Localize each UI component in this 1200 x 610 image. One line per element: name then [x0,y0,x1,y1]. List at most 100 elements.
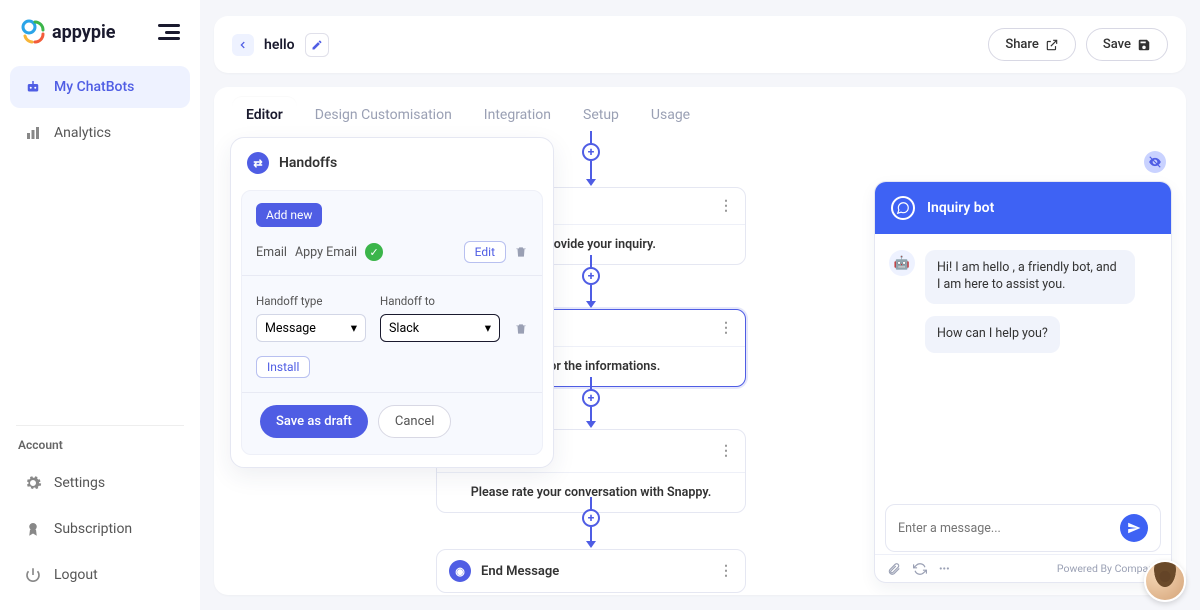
add-node-button[interactable]: + [582,267,600,285]
share-button[interactable]: Share [988,28,1076,61]
flow-node-end[interactable]: ◉ End Message ⋮ [436,549,746,593]
handoff-type-value: Message [265,321,316,336]
tab-integration[interactable]: Integration [470,97,565,135]
refresh-icon[interactable] [913,562,927,576]
badge-icon [24,520,42,538]
sidebar-item-logout[interactable]: Logout [10,554,190,596]
header: hello Share Save [214,16,1186,73]
share-icon [1045,38,1059,52]
support-avatar[interactable] [1144,560,1186,602]
tab-label: Usage [651,107,690,123]
bot-name: hello [264,37,295,53]
account-section-label: Account [10,438,190,462]
trash-icon [514,322,528,336]
sidebar-item-label: Settings [54,475,105,491]
chat-message: Hi! I am hello , a friendly bot, and I a… [925,250,1135,304]
tab-label: Integration [484,107,551,123]
chat-message: How can I help you? [925,316,1060,353]
node-menu-button[interactable]: ⋮ [719,563,733,579]
eye-off-icon [1148,155,1162,169]
edit-email-button[interactable]: Edit [464,241,506,263]
bot-avatar-icon: 🤖 [889,250,915,276]
handoffs-popover: ⇄ Handoffs Add new Email Appy Email ✓ Ed… [230,137,554,468]
chat-header: Inquiry bot [875,182,1171,234]
header-left: hello [232,33,329,57]
brand-name: appypie [52,22,115,43]
tab-setup[interactable]: Setup [569,97,633,135]
delete-email-button[interactable] [514,245,528,259]
handoff-to-select[interactable]: Slack ▾ [380,314,500,342]
sidebar-item-label: Analytics [54,125,111,141]
power-icon [24,566,42,584]
sidebar-item-label: Subscription [54,521,132,537]
sidebar-item-chatbots[interactable]: My ChatBots [10,66,190,108]
save-draft-button[interactable]: Save as draft [260,405,368,438]
sidebar-item-subscription[interactable]: Subscription [10,508,190,550]
send-icon [1127,521,1141,535]
handoffs-icon: ⇄ [247,152,269,174]
node-menu-button[interactable]: ⋮ [719,198,733,214]
robot-icon [24,78,42,96]
back-button[interactable] [232,34,254,56]
delete-handoff-button[interactable] [514,322,528,336]
logo-icon [20,18,48,46]
logo: appypie [20,18,115,46]
sidebar-item-analytics[interactable]: Analytics [10,112,190,154]
powered-by: Powered By Company [1057,562,1159,575]
add-node-button[interactable]: + [582,389,600,407]
sidebar-item-settings[interactable]: Settings [10,462,190,504]
attachment-icon[interactable] [887,562,901,576]
analytics-icon [24,124,42,142]
add-new-button[interactable]: Add new [256,203,322,227]
save-button[interactable]: Save [1086,28,1168,61]
send-button[interactable] [1120,514,1148,542]
preview-toggle-button[interactable] [1144,151,1166,173]
chevron-down-icon: ▾ [485,320,491,336]
node-menu-button[interactable]: ⋮ [719,320,733,336]
menu-toggle-icon[interactable] [158,24,180,40]
email-label: Email [256,245,287,260]
add-node-button[interactable]: + [582,509,600,527]
cancel-label: Cancel [395,414,435,429]
add-new-label: Add new [266,208,312,222]
tab-label: Design Customisation [315,107,452,123]
chat-preview: Inquiry bot 🤖 Hi! I am hello , a friendl… [874,181,1172,583]
handoff-type-label: Handoff type [256,294,366,308]
editor-canvas[interactable]: + ⋮ se provide your inquiry. + ⋮ nks for… [214,131,1186,595]
save-icon [1137,38,1151,52]
popover-title: Handoffs [279,155,337,171]
tab-design[interactable]: Design Customisation [301,97,466,135]
node-menu-button[interactable]: ⋮ [719,443,733,459]
chat-body: 🤖 Hi! I am hello , a friendly bot, and I… [875,234,1171,524]
tabs: Editor Design Customisation Integration … [214,87,1186,136]
header-right: Share Save [988,28,1168,61]
logo-row: appypie [10,18,190,66]
main: hello Share Save Editor Design Customisa… [200,0,1200,610]
end-icon: ◉ [449,560,471,582]
popover-header: ⇄ Handoffs [231,138,553,184]
tab-label: Editor [246,107,283,123]
tab-label: Setup [583,107,619,123]
content: Editor Design Customisation Integration … [214,87,1186,595]
tab-editor[interactable]: Editor [232,97,297,135]
add-node-button[interactable]: + [582,143,600,161]
save-label: Save [1103,37,1131,52]
chevron-down-icon: ▾ [351,320,357,336]
tab-usage[interactable]: Usage [637,97,704,135]
chat-input[interactable] [898,521,1110,536]
save-draft-label: Save as draft [276,414,352,429]
chat-input-row [885,504,1161,552]
handoff-type-select[interactable]: Message ▾ [256,314,366,342]
chat-icon [891,196,915,220]
edit-label: Edit [475,245,495,259]
email-value: Appy Email [295,245,357,260]
sidebar-account-section: Account Settings Subscription Logout [10,415,190,600]
chat-footer: ••• Powered By Company [875,554,1171,582]
chat-title: Inquiry bot [927,200,994,216]
handoff-to-value: Slack [389,321,419,336]
install-button[interactable]: Install [256,356,310,378]
sidebar: appypie My ChatBots Analytics Account Se… [0,0,200,610]
edit-name-button[interactable] [305,33,329,57]
cancel-button[interactable]: Cancel [378,405,452,438]
more-icon[interactable]: ••• [939,562,950,575]
